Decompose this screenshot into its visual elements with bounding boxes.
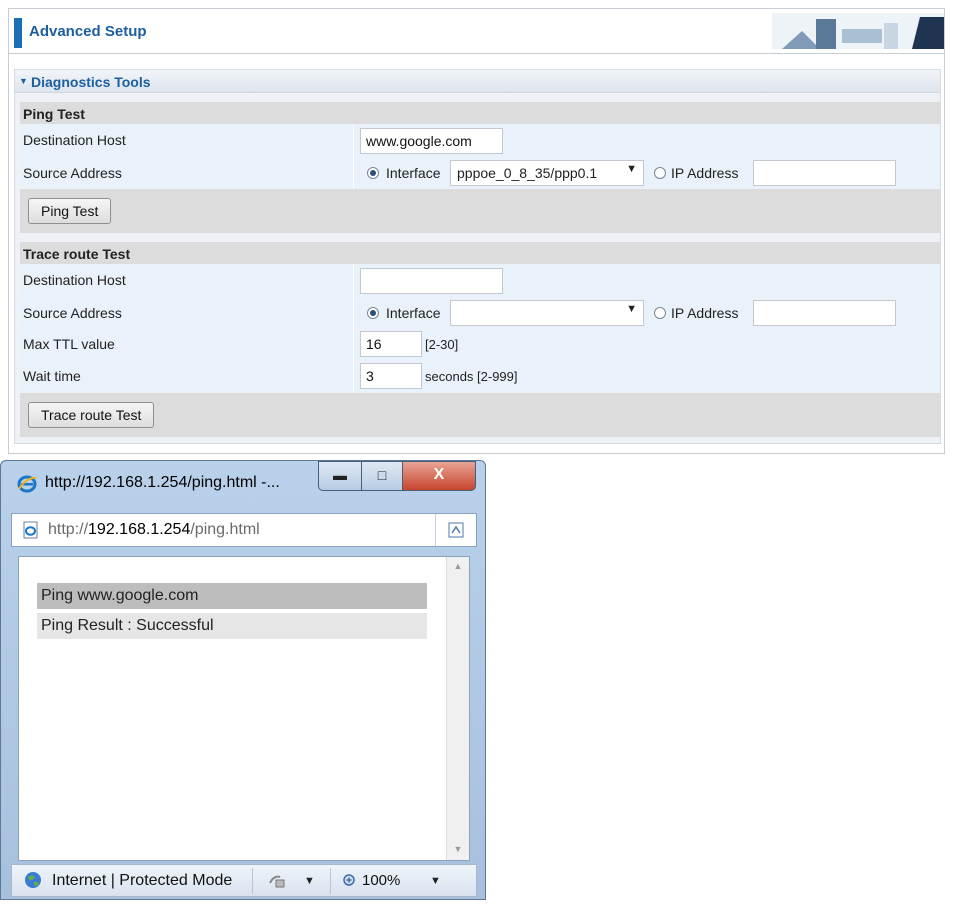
wait-row: Wait time seconds [2-999]	[20, 361, 940, 392]
ttl-hint: [2-30]	[425, 337, 459, 352]
security-zone-text[interactable]: Internet | Protected Mode	[52, 872, 232, 890]
ping-result-window: http://192.168.1.254/ping.html -... ▬ □ …	[0, 460, 486, 900]
result-status-text: Ping Result : Successful	[41, 617, 214, 634]
trace-dest-row: Destination Host	[20, 265, 940, 297]
ping-dest-input[interactable]	[360, 128, 503, 154]
ping-button-row: Ping Test	[20, 189, 940, 233]
ping-source-label: Source Address	[23, 165, 122, 181]
popup-content: Ping www.google.com Ping Result : Succes…	[18, 556, 470, 861]
ping-ip-label: IP Address	[671, 165, 739, 181]
ping-interface-label: Interface	[386, 165, 441, 181]
result-host-text: Ping www.google.com	[41, 587, 199, 604]
trace-route-button[interactable]: Trace route Test	[28, 402, 155, 428]
ping-ip-input[interactable]	[753, 160, 896, 186]
ttl-row: Max TTL value [2-30]	[20, 329, 940, 360]
result-row-status: Ping Result : Successful	[37, 613, 427, 639]
trace-interface-label: Interface	[386, 305, 441, 321]
ie-logo-icon	[17, 475, 37, 493]
trace-heading-row: Trace route Test	[20, 242, 940, 264]
chevron-down-icon: ▼	[626, 163, 637, 175]
row-divider	[353, 329, 354, 360]
collapse-triangle-icon[interactable]: ▼	[19, 76, 28, 86]
trace-interface-radio[interactable]	[367, 307, 379, 319]
chevron-down-icon: ▼	[626, 303, 637, 315]
section-title: Diagnostics Tools	[31, 74, 151, 90]
result-row-host: Ping www.google.com	[37, 583, 427, 609]
wait-input[interactable]	[360, 363, 422, 389]
minimize-button[interactable]: ▬	[318, 461, 362, 491]
minimize-icon: ▬	[333, 467, 347, 483]
section-header[interactable]: ▼ Diagnostics Tools	[15, 70, 940, 93]
page-title: Advanced Setup	[29, 23, 147, 40]
status-separator	[330, 868, 331, 894]
ping-interface-value: pppoe_0_8_35/ppp0.1	[457, 165, 598, 181]
vertical-scrollbar[interactable]: ▲ ▼	[446, 557, 469, 860]
address-url: http://192.168.1.254/ping.html	[48, 521, 260, 539]
url-prefix: http://	[48, 521, 89, 538]
url-host: 192.168.1.254	[88, 521, 191, 538]
row-divider	[353, 361, 354, 392]
trace-button-row: Trace route Test	[20, 393, 940, 437]
chevron-down-icon[interactable]: ▼	[430, 875, 441, 887]
ping-test-button[interactable]: Ping Test	[28, 198, 112, 224]
wait-label: Wait time	[23, 368, 81, 384]
ping-interface-select[interactable]: pppoe_0_8_35/ppp0.1 ▼	[450, 160, 644, 186]
trace-interface-select[interactable]: ▼	[450, 300, 644, 326]
ping-dest-row: Destination Host	[20, 125, 940, 157]
header-banner-image	[772, 13, 944, 49]
row-divider	[353, 158, 354, 188]
maximize-button[interactable]: □	[361, 461, 403, 491]
ping-test-heading-row: Ping Test	[20, 102, 940, 124]
ttl-input[interactable]	[360, 331, 422, 357]
row-divider	[353, 298, 354, 328]
close-button[interactable]: X	[402, 461, 476, 491]
ping-ip-radio[interactable]	[654, 167, 666, 179]
page-header: Advanced Setup	[9, 9, 944, 54]
trace-ip-radio[interactable]	[654, 307, 666, 319]
ping-interface-radio[interactable]	[367, 167, 379, 179]
row-divider	[353, 265, 354, 297]
window-title: http://192.168.1.254/ping.html -...	[45, 474, 280, 491]
header-accent-bar	[14, 18, 22, 48]
address-bar[interactable]: http://192.168.1.254/ping.html	[11, 513, 477, 547]
status-bar: Internet | Protected Mode ▼ 100% ▼	[11, 864, 477, 897]
protected-mode-icon[interactable]	[268, 873, 286, 889]
compatibility-view-button[interactable]	[435, 514, 476, 546]
scroll-down-icon[interactable]: ▼	[447, 844, 469, 854]
zoom-icon[interactable]	[342, 873, 358, 889]
compatibility-icon	[448, 522, 464, 538]
trace-ip-label: IP Address	[671, 305, 739, 321]
diagnostics-tools-section: ▼ Diagnostics Tools Ping Test Destinatio…	[14, 69, 941, 444]
row-divider	[353, 125, 354, 157]
ping-source-row: Source Address Interface pppoe_0_8_35/pp…	[20, 158, 940, 188]
ping-dest-label: Destination Host	[23, 132, 126, 148]
chevron-down-icon[interactable]: ▼	[304, 875, 315, 887]
globe-icon	[25, 872, 41, 888]
status-separator	[252, 868, 253, 894]
page-icon	[23, 521, 38, 539]
zoom-level[interactable]: 100%	[362, 872, 400, 889]
advanced-setup-panel: Advanced Setup ▼ Diagnostics Tools Ping …	[8, 8, 945, 454]
trace-heading: Trace route Test	[23, 246, 131, 262]
maximize-icon: □	[377, 467, 387, 483]
wait-hint: seconds [2-999]	[425, 369, 518, 384]
url-path: /ping.html	[190, 521, 260, 538]
trace-source-row: Source Address Interface ▼ IP Address	[20, 298, 940, 328]
ping-test-heading: Ping Test	[23, 106, 85, 122]
trace-dest-label: Destination Host	[23, 272, 126, 288]
trace-ip-input[interactable]	[753, 300, 896, 326]
ttl-label: Max TTL value	[23, 336, 115, 352]
trace-dest-input[interactable]	[360, 268, 503, 294]
scroll-up-icon[interactable]: ▲	[447, 561, 469, 571]
close-icon: X	[433, 466, 445, 483]
trace-source-label: Source Address	[23, 305, 122, 321]
